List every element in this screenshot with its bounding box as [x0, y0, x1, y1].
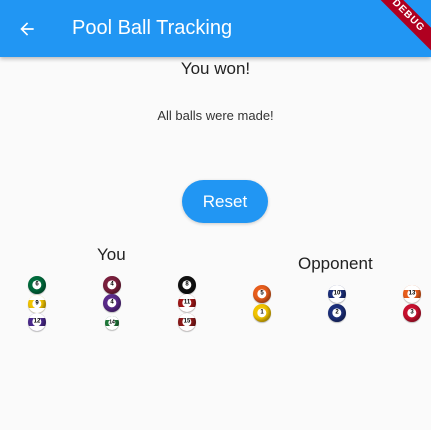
debug-banner: DEBUG [363, 0, 431, 57]
ball-number: 6 [32, 280, 42, 290]
you-ball-4[interactable]: 4 [103, 276, 121, 294]
ball-number: 11 [182, 298, 192, 308]
opponent-label: Opponent [298, 254, 373, 273]
opponent-ball-3[interactable]: 3 [403, 304, 421, 322]
stripe [403, 298, 421, 303]
back-button[interactable] [10, 12, 44, 46]
ball-number: 10 [332, 289, 342, 299]
ball-number: 13 [407, 289, 417, 299]
page-title: Pool Ball Tracking [72, 17, 233, 39]
ball-number: 4 [107, 280, 117, 290]
app-bar: Pool Ball Tracking DEBUG [0, 0, 431, 57]
ball-number: 12 [32, 317, 42, 327]
you-ball-14[interactable]: 14 [105, 316, 119, 330]
ball-number: 4 [107, 298, 117, 308]
stripe [178, 307, 196, 312]
opponent-ball-2[interactable]: 2 [328, 304, 346, 322]
opponent-ball-5[interactable]: 5 [253, 285, 271, 303]
result-detail: All balls were made! [157, 108, 274, 123]
you-label: You [97, 245, 126, 264]
ball-number: 2 [332, 308, 342, 318]
opponent-ball-13[interactable]: 13 [403, 285, 421, 303]
ball-number: 3 [407, 308, 417, 318]
you-ball-8[interactable]: 8 [178, 276, 196, 294]
ball-number: 1 [257, 308, 267, 318]
opponent-ball-10[interactable]: 10 [328, 285, 346, 303]
result-message: You won! [180, 59, 251, 78]
ball-number: 5 [257, 289, 267, 299]
stripe [178, 326, 196, 331]
you-ball-9[interactable]: 9 [28, 295, 46, 313]
reset-button[interactable]: Reset [182, 180, 268, 223]
ball-number: 9 [32, 299, 42, 309]
you-ball-12[interactable]: 12 [28, 313, 46, 331]
you-ball-11[interactable]: 11 [178, 294, 196, 312]
stripe [328, 298, 346, 303]
arrow-back-icon [20, 22, 34, 36]
ball-number: 8 [182, 280, 192, 290]
opponent-ball-1[interactable]: 1 [253, 304, 271, 322]
you-ball-4[interactable]: 4 [103, 294, 121, 312]
stripe [105, 326, 119, 330]
you-ball-6[interactable]: 6 [28, 276, 46, 294]
ball-number: 15 [182, 317, 192, 327]
stripe [28, 326, 46, 331]
you-ball-15[interactable]: 15 [178, 313, 196, 331]
